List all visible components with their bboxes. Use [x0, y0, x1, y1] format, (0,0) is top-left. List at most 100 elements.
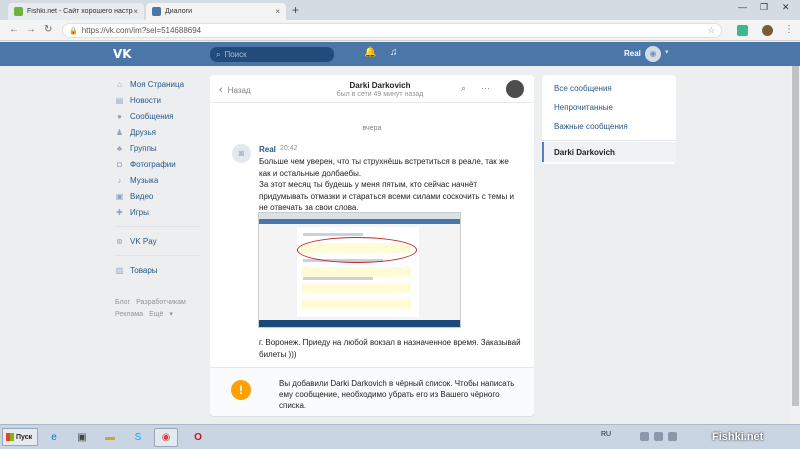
lock-icon: 🔒 [69, 27, 78, 35]
message-image-attachment[interactable] [258, 212, 461, 328]
tray-volume-icon[interactable] [654, 432, 663, 441]
new-tab-button[interactable]: + [292, 3, 299, 17]
peer-name[interactable]: Darki Darkovich [310, 81, 450, 90]
footer-links: Блог Разработчикам Реклама Ещё ▾ [115, 297, 205, 321]
video-icon: ▣ [115, 191, 124, 201]
sidebar-item-games[interactable]: ✚ Игры [115, 204, 205, 220]
address-bar[interactable]: 🔒 https://vk.com/im?sel=514688694 ☆ [62, 23, 722, 38]
sidebar-item-friends[interactable]: ♟ Друзья [115, 124, 205, 140]
chevron-down-icon: ▾ [169, 311, 173, 318]
page-scrollbar[interactable] [791, 66, 800, 424]
menu-divider [115, 226, 201, 227]
active-dialog-label: Darki Darkovich [554, 148, 615, 157]
sidebar-item-news[interactable]: ▤ Новости [115, 92, 205, 108]
extension-icon[interactable] [737, 25, 748, 36]
close-icon[interactable]: × [133, 7, 138, 16]
chrome-icon[interactable]: ◉ [154, 428, 178, 447]
games-icon: ✚ [116, 207, 123, 217]
folder-icon[interactable]: ▬ [98, 428, 122, 447]
camera-avatar-icon[interactable]: ◙ [232, 144, 251, 163]
message-paragraph: Больше чем уверен, что ты струхнёшь встр… [259, 157, 509, 178]
sidebar-item-my-page[interactable]: ⌂ Моя Страница [115, 76, 205, 92]
search-input[interactable]: ⌕ Поиск [210, 47, 334, 62]
start-label: Пуск [16, 433, 33, 441]
vkpay-icon: ⊛ [116, 236, 123, 246]
left-menu: ⌂ Моя Страница ▤ Новости ● Сообщения ♟ Друзь… [115, 76, 205, 278]
message-filters: Все сообщения Непрочитанные Важные сообщ… [542, 75, 676, 164]
sidebar-item-messages[interactable]: ● Сообщения [115, 108, 205, 124]
keyboard-language[interactable]: RU [601, 431, 611, 438]
sidebar-item-vkpay[interactable]: ⊛ VK Pay [115, 233, 205, 249]
day-divider: вчера [362, 125, 382, 132]
groups-icon: ♣ [116, 143, 123, 153]
filter-important[interactable]: Важные сообщения [554, 122, 628, 131]
opera-icon[interactable]: O [186, 428, 210, 447]
filter-divider [542, 140, 676, 141]
message-paragraph: За этот месяц ты будешь у меня пятым, кт… [259, 180, 514, 212]
browser-tab-strip: Fishki.net - Сайт хорошего настро × Диал… [0, 0, 800, 20]
footer-link-more[interactable]: Ещё [149, 311, 163, 318]
warning-icon: ! [231, 380, 251, 400]
message-text: Больше чем уверен, что ты струхнёшь встр… [259, 156, 521, 214]
window-close-icon[interactable]: ✕ [782, 2, 790, 13]
message-author[interactable]: Real [259, 145, 276, 154]
forward-arrow-icon[interactable]: → [26, 24, 36, 35]
back-arrow-icon[interactable]: ← [9, 24, 19, 35]
header-user-name[interactable]: Real [624, 49, 641, 58]
chevron-down-icon[interactable]: ▾ [665, 48, 669, 56]
filter-active-dialog[interactable]: Darki Darkovich [542, 142, 676, 162]
filter-unread[interactable]: Непрочитанные [554, 103, 613, 112]
sidebar-item-label: Музыка [130, 175, 159, 185]
sidebar-item-label: Товары [130, 265, 158, 275]
more-options-icon[interactable]: ··· [481, 83, 490, 93]
search-icon[interactable]: ⌕ [461, 83, 466, 94]
sidebar-item-video[interactable]: ▣ Видео [115, 188, 205, 204]
footer-link-developers[interactable]: Разработчикам [136, 299, 186, 306]
sidebar-item-goods[interactable]: ▥ Товары [115, 262, 205, 278]
message-text: г. Воронеж. Приеду на любой вокзал в наз… [259, 338, 521, 359]
sidebar-item-music[interactable]: ♪ Музыка [115, 172, 205, 188]
media-player-icon[interactable]: ▣ [70, 428, 94, 447]
back-button[interactable]: ‹ Назад [219, 84, 251, 96]
footer-link-blog[interactable]: Блог [115, 299, 130, 306]
tray-flag-icon[interactable] [668, 432, 677, 441]
minimize-icon[interactable]: — [738, 2, 747, 12]
scrollbar-thumb[interactable] [792, 66, 799, 406]
sidebar-item-label: VK Pay [130, 236, 157, 246]
tray-network-icon[interactable] [640, 432, 649, 441]
sidebar-item-label: Сообщения [130, 111, 174, 121]
blocked-notice-text: Вы добавили Darki Darkovich в чёрный спи… [279, 379, 515, 410]
music-note-icon[interactable]: ♫ [390, 47, 398, 58]
fishki-watermark: Fishki.net [712, 431, 764, 443]
sidebar-item-label: Группы [130, 143, 157, 153]
notifications-bell-icon[interactable]: 🔔 [364, 47, 376, 58]
photos-icon: ◘ [117, 159, 122, 169]
reload-icon[interactable]: ↻ [44, 24, 52, 35]
skype-icon[interactable]: S [126, 428, 150, 447]
browser-menu-icon[interactable]: ⋮ [784, 24, 794, 35]
profile-avatar-icon[interactable] [762, 25, 773, 36]
filter-all-messages[interactable]: Все сообщения [554, 84, 612, 93]
browser-toolbar: ← → ↻ 🔒 https://vk.com/im?sel=514688694 … [0, 20, 800, 41]
start-button[interactable]: Пуск [2, 428, 38, 446]
sidebar-item-photos[interactable]: ◘ Фотографии [115, 156, 205, 172]
sidebar-item-groups[interactable]: ♣ Группы [115, 140, 205, 156]
footer-link-ads[interactable]: Реклама [115, 311, 143, 318]
chat-panel: ‹ Назад Darki Darkovich был в сети 49 ми… [210, 75, 534, 416]
menu-divider [115, 255, 201, 256]
close-icon[interactable]: × [275, 7, 280, 16]
user-avatar[interactable]: ◉ [645, 46, 661, 62]
chat-header: ‹ Назад Darki Darkovich был в сети 49 ми… [210, 75, 534, 103]
news-icon: ▤ [115, 95, 124, 105]
tab-dialogs[interactable]: Диалоги × [146, 3, 286, 20]
messages-icon: ● [117, 111, 122, 121]
ie-icon[interactable]: e [42, 428, 66, 447]
peer-avatar[interactable] [506, 80, 524, 98]
vk-logo-icon[interactable]: VK [113, 47, 133, 61]
sidebar-item-label: Игры [130, 207, 149, 217]
maximize-icon[interactable]: ❐ [760, 2, 768, 13]
sidebar-item-label: Друзья [130, 127, 156, 137]
tab-fishki[interactable]: Fishki.net - Сайт хорошего настро × [8, 3, 144, 20]
bookmark-star-icon[interactable]: ☆ [708, 26, 715, 35]
sidebar-item-label: Фотографии [130, 159, 176, 169]
